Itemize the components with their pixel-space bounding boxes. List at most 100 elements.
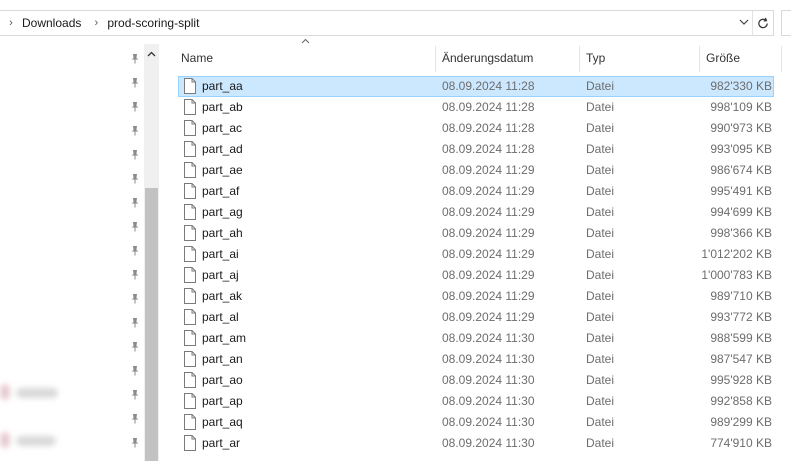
file-date: 08.09.2024 11:29: [442, 310, 535, 324]
file-date: 08.09.2024 11:29: [442, 289, 535, 303]
pin-icon[interactable]: [130, 244, 140, 256]
file-type: Datei: [586, 121, 615, 135]
column-size[interactable]: Größe: [706, 44, 776, 72]
pin-icon[interactable]: [130, 124, 140, 136]
pin-icon[interactable]: [130, 172, 140, 184]
file-size: 994'699 KB: [710, 205, 772, 219]
file-icon: [184, 120, 196, 136]
file-row[interactable]: part_ah 08.09.2024 11:29 Datei 998'366 KB: [176, 223, 776, 244]
blurred-nav-item[interactable]: [0, 432, 10, 448]
blurred-nav-label: [16, 388, 58, 398]
file-name: part_ab: [202, 100, 243, 114]
file-type: Datei: [586, 310, 615, 324]
pin-icon[interactable]: [130, 340, 140, 352]
file-name: part_ar: [202, 436, 241, 450]
file-size: 998'109 KB: [710, 100, 772, 114]
file-type: Datei: [586, 331, 615, 345]
file-icon: [184, 183, 196, 199]
file-type: Datei: [586, 394, 615, 408]
pin-icon[interactable]: [130, 76, 140, 88]
file-icon: [184, 225, 196, 241]
file-row[interactable]: part_an 08.09.2024 11:30 Datei 987'547 KB: [176, 349, 776, 370]
file-icon: [184, 435, 196, 451]
file-row[interactable]: part_ar 08.09.2024 11:30 Datei 774'910 KB: [176, 433, 776, 454]
file-icon: [184, 351, 196, 367]
pin-icon[interactable]: [130, 148, 140, 160]
file-row[interactable]: part_aq 08.09.2024 11:30 Datei 989'299 KB: [176, 412, 776, 433]
file-icon: [184, 204, 196, 220]
file-date: 08.09.2024 11:30: [442, 373, 535, 387]
file-row[interactable]: part_af 08.09.2024 11:29 Datei 995'491 KB: [176, 181, 776, 202]
file-icon: [184, 309, 196, 325]
file-row[interactable]: part_ai 08.09.2024 11:29 Datei 1'012'202 KB: [176, 244, 776, 265]
pin-icon[interactable]: [130, 364, 140, 376]
blurred-nav-item[interactable]: [0, 384, 10, 400]
column-name[interactable]: Name: [181, 44, 431, 72]
file-row[interactable]: part_ak 08.09.2024 11:29 Datei 989'710 KB: [176, 286, 776, 307]
search-box[interactable]: [781, 10, 791, 36]
file-type: Datei: [586, 373, 615, 387]
pin-icon[interactable]: [130, 100, 140, 112]
file-date: 08.09.2024 11:28: [442, 100, 535, 114]
file-name: part_ac: [202, 121, 243, 135]
address-bar[interactable]: › Downloads › prod-scoring-split: [0, 10, 774, 36]
breadcrumb-chevron-icon[interactable]: ›: [89, 17, 103, 29]
scroll-thumb[interactable]: [145, 188, 158, 461]
pin-icon[interactable]: [130, 292, 140, 304]
file-type: Datei: [586, 184, 615, 198]
file-row[interactable]: part_ag 08.09.2024 11:29 Datei 994'699 KB: [176, 202, 776, 223]
nav-scrollbar[interactable]: [144, 44, 159, 461]
file-row[interactable]: part_ao 08.09.2024 11:30 Datei 995'928 KB: [176, 370, 776, 391]
file-row[interactable]: part_am 08.09.2024 11:30 Datei 988'599 KB: [176, 328, 776, 349]
column-divider[interactable]: [699, 46, 700, 72]
file-row[interactable]: part_ae 08.09.2024 11:29 Datei 986'674 KB: [176, 160, 776, 181]
file-date: 08.09.2024 11:30: [442, 436, 535, 450]
column-divider[interactable]: [579, 46, 580, 72]
file-row[interactable]: part_aj 08.09.2024 11:29 Datei 1'000'783 KB: [176, 265, 776, 286]
file-size: 988'599 KB: [710, 331, 772, 345]
file-name: part_aq: [202, 415, 243, 429]
file-date: 08.09.2024 11:29: [442, 184, 535, 198]
pin-icon[interactable]: [130, 388, 140, 400]
file-icon: [184, 414, 196, 430]
file-icon: [184, 246, 196, 262]
file-type: Datei: [586, 268, 615, 282]
file-row[interactable]: part_ab 08.09.2024 11:28 Datei 998'109 KB: [176, 97, 776, 118]
chevron-down-icon[interactable]: [736, 17, 752, 30]
column-divider[interactable]: [781, 46, 782, 72]
file-row[interactable]: part_ac 08.09.2024 11:28 Datei 990'973 KB: [176, 118, 776, 139]
file-date: 08.09.2024 11:28: [442, 142, 535, 156]
refresh-icon: [757, 17, 768, 28]
file-icon: [184, 288, 196, 304]
file-row[interactable]: part_ap 08.09.2024 11:30 Datei 992'858 KB: [176, 391, 776, 412]
pin-icon[interactable]: [130, 412, 140, 424]
pin-icon[interactable]: [130, 196, 140, 208]
file-date: 08.09.2024 11:29: [442, 247, 535, 261]
file-name: part_af: [202, 184, 240, 198]
file-date: 08.09.2024 11:28: [442, 79, 535, 93]
file-row[interactable]: part_al 08.09.2024 11:29 Datei 993'772 KB: [176, 307, 776, 328]
file-size: 998'366 KB: [710, 226, 772, 240]
breadcrumb-downloads[interactable]: Downloads: [18, 16, 85, 30]
pin-icon[interactable]: [130, 268, 140, 280]
file-row[interactable]: part_aa 08.09.2024 11:28 Datei 982'330 KB: [176, 76, 776, 97]
pin-icon[interactable]: [130, 316, 140, 328]
column-type[interactable]: Typ: [586, 44, 696, 72]
file-name: part_ae: [202, 163, 243, 177]
refresh-button[interactable]: [752, 11, 773, 35]
column-date[interactable]: Änderungsdatum: [442, 44, 578, 72]
pin-icon[interactable]: [130, 436, 140, 448]
file-row[interactable]: part_ad 08.09.2024 11:28 Datei 993'095 KB: [176, 139, 776, 160]
column-divider[interactable]: [435, 46, 436, 72]
file-date: 08.09.2024 11:30: [442, 394, 535, 408]
file-name: part_ad: [202, 142, 243, 156]
breadcrumb-chevron-icon[interactable]: ›: [4, 17, 18, 29]
breadcrumb-current-folder[interactable]: prod-scoring-split: [103, 16, 203, 30]
file-date: 08.09.2024 11:29: [442, 205, 535, 219]
pin-icon[interactable]: [130, 220, 140, 232]
file-date: 08.09.2024 11:28: [442, 121, 535, 135]
file-size: 995'491 KB: [710, 184, 772, 198]
pin-icon[interactable]: [130, 52, 140, 64]
file-name: part_aa: [202, 79, 243, 93]
scroll-up-arrow-icon[interactable]: [144, 48, 159, 60]
